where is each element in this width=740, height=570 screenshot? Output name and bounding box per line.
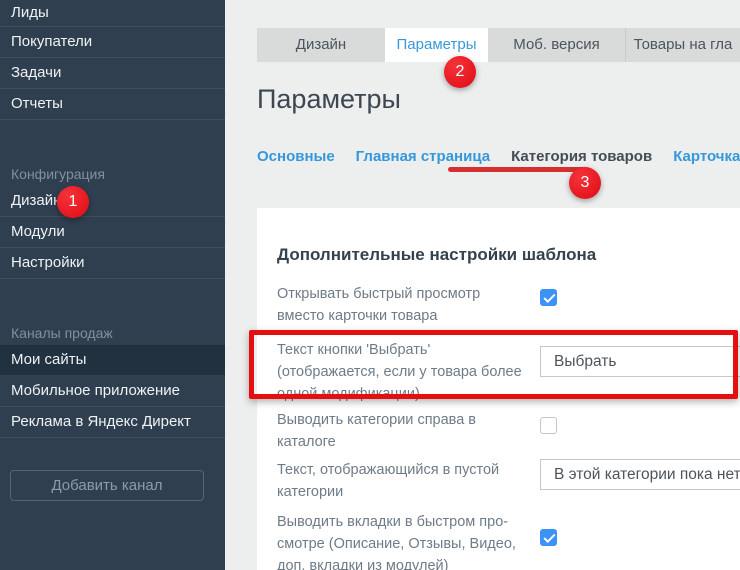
sidebar-item-design[interactable]: Дизайн: [0, 186, 225, 217]
sidebar-item-tasks[interactable]: Задачи: [0, 58, 225, 89]
sidebar: Лиды Покупатели Задачи Отчеты Конфигурац…: [0, 0, 225, 570]
setting-row-quick-view: Открывать быстрый просмотр вместо карточ…: [277, 283, 740, 327]
sidebar-item-leads[interactable]: Лиды: [0, 0, 225, 27]
setting-label: Выводить вкладки в быстром про­смотре (О…: [277, 511, 527, 570]
quick-view-checkbox[interactable]: [540, 289, 557, 306]
sidebar-item-reports[interactable]: Отчеты: [0, 89, 225, 120]
subtab-product-card[interactable]: Карточка товара: [673, 148, 740, 165]
sidebar-item-settings[interactable]: Настройки: [0, 248, 225, 279]
setting-row-empty-category-text: Текст, отображающийся в пустой категории: [277, 459, 740, 503]
setting-row-quick-view-tabs: Выводить вкладки в быстром про­смотре (О…: [277, 511, 740, 570]
subtabs: Основные Главная страница Категория това…: [257, 148, 740, 165]
sidebar-item-yandex-direct[interactable]: Реклама в Яндекс Директ: [0, 407, 225, 438]
empty-category-text-input[interactable]: [540, 459, 740, 490]
settings-card: Дополнительные настройки шаблона Открыва…: [257, 208, 740, 570]
page-title: Параметры: [257, 84, 401, 115]
section-heading: Дополнительные настройки шаблона: [277, 245, 740, 265]
sidebar-item-mobile-app[interactable]: Мобильное приложение: [0, 376, 225, 407]
setting-label: Текст, отображающийся в пустой категории: [277, 459, 527, 503]
add-channel-button[interactable]: Добавить канал: [10, 470, 204, 501]
subtab-home-page[interactable]: Главная страница: [356, 148, 490, 165]
subtab-product-category[interactable]: Категория товаров: [511, 148, 652, 165]
sidebar-item-customers[interactable]: Покупатели: [0, 27, 225, 58]
sidebar-section-configuration: Конфигурация: [0, 156, 225, 186]
tab-design[interactable]: Дизайн: [257, 28, 385, 62]
choose-button-text-input[interactable]: [540, 346, 740, 377]
setting-row-choose-button-text: Текст кнопки 'Выбрать' (отображается, ес…: [277, 339, 740, 405]
top-tabbar: Дизайн Параметры Моб. версия Товары на г…: [257, 28, 740, 62]
categories-right-checkbox[interactable]: [540, 417, 557, 434]
sidebar-item-modules[interactable]: Модули: [0, 217, 225, 248]
tab-mobile-version[interactable]: Моб. версия: [488, 28, 625, 62]
setting-row-categories-right: Выводить категории справа в каталоге: [277, 409, 740, 453]
subtab-general[interactable]: Основные: [257, 148, 335, 165]
setting-label: Выводить категории справа в каталоге: [277, 409, 527, 453]
tab-parameters[interactable]: Параметры: [385, 28, 488, 62]
setting-label: Открывать быстрый просмотр вместо карточ…: [277, 283, 527, 327]
sidebar-gap: [0, 279, 225, 315]
tab-products-on-home[interactable]: Товары на гла: [625, 28, 740, 62]
sidebar-item-my-sites[interactable]: Мои сайты: [0, 345, 225, 376]
sidebar-gap: [0, 120, 225, 156]
main-content: Дизайн Параметры Моб. версия Товары на г…: [225, 0, 740, 570]
sidebar-section-sales-channels: Каналы продаж: [0, 315, 225, 345]
setting-label: Текст кнопки 'Выбрать' (отображается, ес…: [277, 339, 527, 405]
quick-view-tabs-checkbox[interactable]: [540, 529, 557, 546]
